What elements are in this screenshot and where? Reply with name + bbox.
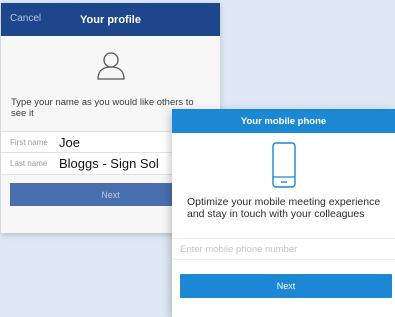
cancel-button[interactable]: Cancel — [10, 13, 41, 24]
phone-illustration — [172, 133, 395, 196]
mobile-phone-input[interactable] — [180, 240, 395, 258]
mobile-phone-icon — [271, 141, 296, 188]
last-name-label: Last name — [10, 159, 48, 168]
phone-input-row — [172, 238, 395, 260]
first-name-label: First name — [10, 137, 48, 147]
phone-card: Your mobile phone Optimize your mobile m… — [172, 109, 395, 317]
profile-avatar — [1, 36, 220, 93]
phone-description: Optimize your mobile meeting experience … — [187, 196, 381, 220]
last-name-value[interactable]: Bloggs - Sign Sol — [59, 156, 159, 171]
person-outline-icon — [96, 51, 125, 80]
phone-header: Your mobile phone — [172, 109, 395, 133]
first-name-value[interactable]: Joe — [59, 135, 80, 150]
profile-header: Cancel Your profile — [1, 3, 220, 36]
phone-next-button[interactable]: Next — [180, 274, 392, 298]
